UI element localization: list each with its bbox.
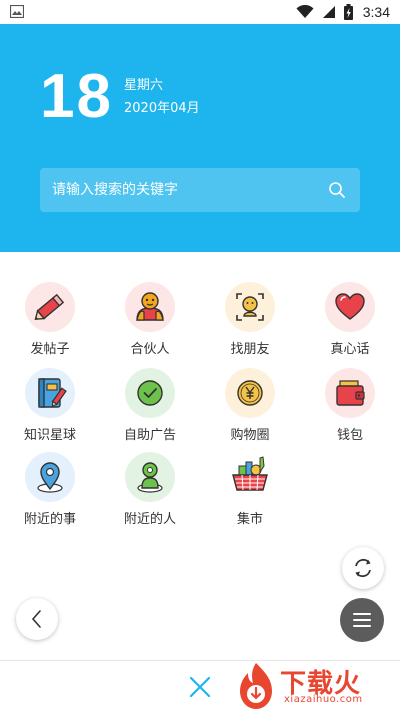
- feature-label: 知识星球: [23, 428, 76, 443]
- hamburger-menu-icon: [353, 613, 371, 627]
- feature-label: 附近的人: [123, 512, 176, 527]
- close-icon[interactable]: [188, 675, 212, 699]
- find-friend-icon: [225, 282, 275, 332]
- feature-shopping[interactable]: 购物圈: [200, 368, 300, 448]
- search-icon[interactable]: [328, 181, 346, 199]
- feature-label: 附近的事: [23, 512, 76, 527]
- feature-wallet[interactable]: 钱包: [300, 368, 400, 448]
- feature-knowledge[interactable]: 知识星球: [0, 368, 100, 448]
- location-pin-icon: [25, 452, 75, 502]
- status-time: 3:34: [362, 4, 390, 20]
- back-button[interactable]: [16, 598, 58, 640]
- feature-label: 钱包: [336, 428, 363, 443]
- day-number: 18: [40, 62, 113, 131]
- chevron-left-icon: [31, 610, 41, 628]
- logo-domain: xiazaihuo.com: [284, 694, 363, 705]
- feature-label: 自助广告: [123, 428, 176, 443]
- feature-market[interactable]: 集市: [200, 452, 300, 532]
- menu-button[interactable]: [340, 598, 384, 642]
- feature-nearby-events[interactable]: 附近的事: [0, 452, 100, 532]
- wallet-icon: [325, 368, 375, 418]
- heart-icon: [325, 282, 375, 332]
- feature-post[interactable]: 发帖子: [0, 282, 100, 362]
- nearby-person-icon: [125, 452, 175, 502]
- image-icon: [10, 5, 24, 18]
- feature-label: 购物圈: [230, 428, 270, 443]
- partner-icon: [125, 282, 175, 332]
- refresh-icon: [355, 558, 371, 578]
- search-placeholder[interactable]: 请输入搜索的关键字: [52, 168, 178, 212]
- feature-label: 真心话: [330, 342, 370, 357]
- bottom-bar: 下载火 xiazaihuo.com: [0, 660, 400, 712]
- feature-find-friend[interactable]: 找朋友: [200, 282, 300, 362]
- date-header: 18 星期六 2020年04月 请输入搜索的关键字: [0, 24, 400, 252]
- search-bar[interactable]: 请输入搜索的关键字: [40, 168, 360, 212]
- feature-label: 找朋友: [230, 342, 270, 357]
- year-month-label: 2020年04月: [124, 101, 200, 116]
- pencil-icon: [25, 282, 75, 332]
- basket-icon: [225, 452, 275, 502]
- feature-truth[interactable]: 真心话: [300, 282, 400, 362]
- feature-label: 发帖子: [30, 342, 70, 357]
- yen-coin-icon: [225, 368, 275, 418]
- status-icons: 3:34: [296, 0, 390, 24]
- feature-label: 集市: [236, 512, 263, 527]
- feature-nearby-people[interactable]: 附近的人: [100, 452, 200, 532]
- flame-logo-icon: [240, 663, 272, 709]
- signal-icon: [322, 6, 335, 18]
- feature-self-ad[interactable]: 自助广告: [100, 368, 200, 448]
- battery-icon: [343, 4, 353, 20]
- refresh-button[interactable]: [342, 547, 384, 589]
- feature-label: 合伙人: [130, 342, 170, 357]
- weekday-label: 星期六: [124, 78, 164, 93]
- wifi-icon: [296, 5, 314, 18]
- watermark-logo: 下载火 xiazaihuo.com: [234, 661, 400, 712]
- feature-partner[interactable]: 合伙人: [100, 282, 200, 362]
- status-bar: 3:34: [0, 0, 400, 24]
- notebook-icon: [25, 368, 75, 418]
- check-circle-icon: [125, 368, 175, 418]
